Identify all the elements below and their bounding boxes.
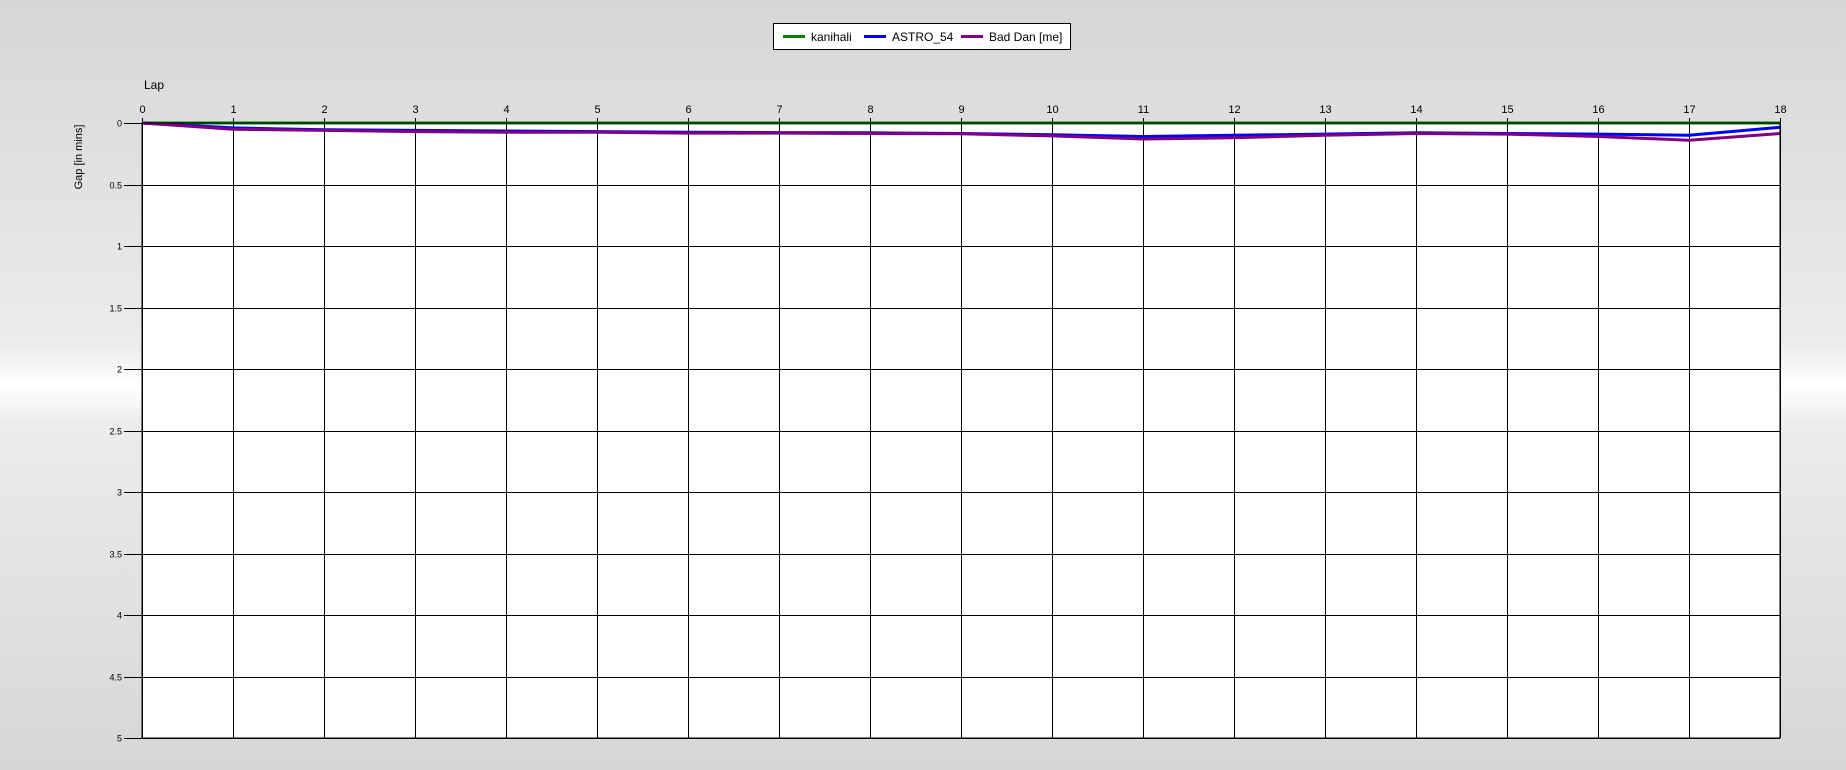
y-tick-label: 5: [117, 734, 122, 744]
x-tick-label: 3: [412, 104, 418, 116]
y-tick-label: 1.5: [109, 304, 122, 314]
x-axis-title: Lap: [144, 78, 164, 92]
x-tick-label: 6: [685, 104, 691, 116]
x-tick-label: 7: [776, 104, 782, 116]
x-tick-label: 14: [1410, 104, 1422, 116]
legend: kanihali ASTRO_54 Bad Dan [me]: [773, 23, 1071, 50]
y-tick-label: 0: [117, 119, 122, 129]
y-ticks: 0 0.5 1 1.5 2 2.5 3 3.5 4 4.5 5: [109, 119, 142, 744]
gap-chart: kanihali ASTRO_54 Bad Dan [me] Lap Gap [in…: [73, 23, 1787, 744]
x-ticks: 0 1 2 3 4 5 6 7 8 9 10 11 12 13 14 15 16 17 18: [139, 104, 1787, 123]
y-tick-label: 3: [117, 488, 122, 498]
x-tick-label: 2: [321, 104, 327, 116]
x-tick-label: 0: [139, 104, 145, 116]
x-tick-label: 11: [1138, 104, 1149, 116]
x-tick-label: 4: [503, 104, 509, 116]
x-tick-label: 15: [1501, 104, 1513, 116]
legend-label: ASTRO_54: [892, 30, 954, 44]
y-axis-title: Gap [in mins]: [73, 125, 85, 190]
y-tick-label: 0.5: [109, 181, 122, 191]
x-tick-label: 12: [1228, 104, 1240, 116]
y-tick-label: 4.5: [109, 673, 122, 683]
y-tick-label: 1: [117, 242, 122, 252]
y-tick-label: 4: [117, 611, 122, 621]
x-tick-label: 16: [1592, 104, 1604, 116]
x-tick-label: 8: [867, 104, 873, 116]
y-tick-label: 2: [117, 365, 122, 375]
x-tick-label: 1: [230, 104, 236, 116]
x-tick-label: 10: [1046, 104, 1058, 116]
x-tick-label: 18: [1774, 104, 1786, 116]
legend-label: Bad Dan [me]: [989, 30, 1062, 44]
y-tick-label: 3.5: [109, 550, 122, 560]
y-tick-label: 2.5: [109, 427, 122, 437]
x-tick-label: 5: [594, 104, 600, 116]
x-tick-label: 17: [1683, 104, 1695, 116]
x-tick-label: 9: [958, 104, 964, 116]
x-tick-label: 13: [1319, 104, 1331, 116]
legend-label: kanihali: [811, 30, 852, 44]
